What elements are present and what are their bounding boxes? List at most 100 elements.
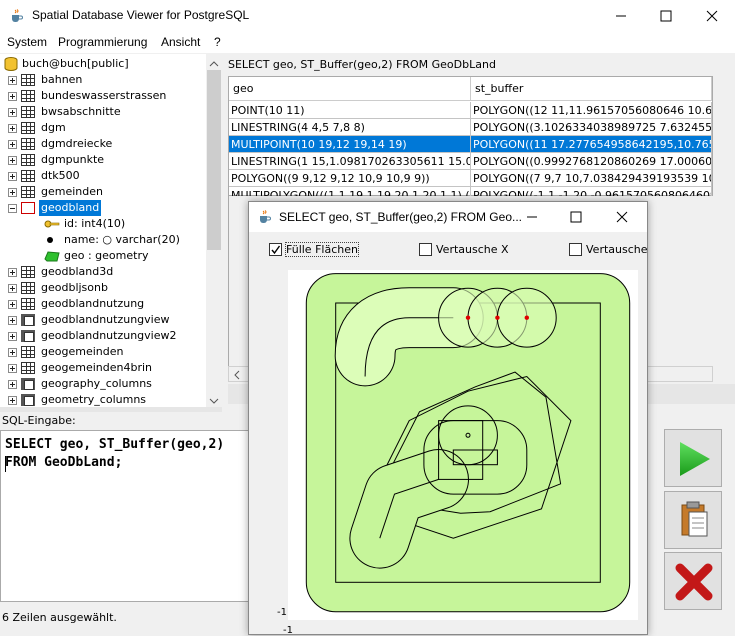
column-header-geo[interactable]: geo bbox=[229, 77, 471, 101]
column-header-st-buffer[interactable]: st_buffer bbox=[471, 77, 712, 101]
checkmark-icon bbox=[271, 245, 281, 255]
table-row[interactable]: POINT(10 11) POLYGON((12 11,11.9615705608… bbox=[229, 102, 712, 119]
y-axis-min-label: -1 bbox=[277, 607, 287, 618]
menu-ansicht[interactable]: Ansicht bbox=[161, 35, 200, 49]
view-icon bbox=[21, 378, 35, 390]
table-row[interactable]: LINESTRING(1 15,1.098170263305611 15.002… bbox=[229, 153, 712, 170]
collapse-icon[interactable] bbox=[8, 204, 17, 213]
schema-tree[interactable]: buch@buch[public] bahnen bundeswasserstra… bbox=[0, 54, 222, 407]
menu-help[interactable]: ? bbox=[214, 35, 221, 49]
table-row[interactable]: LINESTRING(4 4,5 7,8 8) POLYGON((3.102633… bbox=[229, 119, 712, 136]
play-icon bbox=[680, 442, 710, 476]
table-cell-geo[interactable]: POINT(10 11) bbox=[229, 102, 471, 119]
checkbox-box[interactable] bbox=[569, 243, 582, 256]
expand-icon[interactable] bbox=[8, 172, 17, 181]
table-icon bbox=[21, 298, 35, 310]
tree-item-label: geography_columns bbox=[41, 377, 152, 390]
expand-icon[interactable] bbox=[8, 332, 17, 341]
text-cursor bbox=[5, 456, 6, 472]
table-cell-st-buffer[interactable]: POLYGON((0.9992768120860269 17.0006025..… bbox=[471, 153, 712, 170]
table-cell-geo[interactable]: LINESTRING(4 4,5 7,8 8) bbox=[229, 119, 471, 136]
window-title: Spatial Database Viewer for PostgreSQL bbox=[32, 8, 250, 22]
checkbox-box[interactable] bbox=[419, 243, 432, 256]
sql-editor[interactable]: SELECT geo, ST_Buffer(geo,2) FROM GeoDbL… bbox=[0, 430, 278, 602]
tree-item-label: geodblandnutzung bbox=[41, 297, 145, 310]
paste-button[interactable] bbox=[664, 491, 722, 549]
expand-icon[interactable] bbox=[8, 92, 17, 101]
tree-item-label: bwsabschnitte bbox=[41, 105, 121, 118]
multipoint-point bbox=[465, 315, 471, 320]
run-button[interactable] bbox=[664, 429, 722, 487]
expand-icon[interactable] bbox=[8, 76, 17, 85]
expand-icon[interactable] bbox=[8, 124, 17, 133]
tree-item-label: geogemeinden4brin bbox=[41, 361, 152, 374]
geometry-drawing bbox=[288, 270, 638, 620]
tree-item-label: dtk500 bbox=[41, 169, 80, 182]
expand-icon[interactable] bbox=[8, 316, 17, 325]
fill-areas-checkbox[interactable]: Fülle Flächen bbox=[269, 242, 379, 258]
multipoint-point bbox=[524, 315, 529, 320]
table-cell-st-buffer[interactable]: POLYGON((12 11,11.96157056080646 10.609.… bbox=[471, 102, 712, 119]
table-cell-st-buffer[interactable]: POLYGON((3.1026334038989725 7.63245553..… bbox=[471, 119, 712, 136]
table-icon bbox=[21, 74, 35, 86]
expand-icon[interactable] bbox=[8, 284, 17, 293]
expand-icon[interactable] bbox=[8, 268, 17, 277]
delete-button[interactable] bbox=[664, 552, 722, 610]
table-cell-st-buffer[interactable]: POLYGON((11 17.277654958642195,10.76536.… bbox=[471, 136, 712, 153]
minimize-icon bbox=[527, 216, 537, 218]
tree-horizontal-scrollbar[interactable] bbox=[0, 407, 222, 412]
table-row[interactable]: MULTIPOINT(10 19,12 19,14 19) POLYGON((11… bbox=[229, 136, 712, 153]
table-row[interactable]: POLYGON((9 9,12 9,12 10,9 10,9 9)) POLYGO… bbox=[229, 170, 712, 187]
expand-icon[interactable] bbox=[8, 108, 17, 117]
dot-icon bbox=[47, 237, 53, 243]
expand-icon[interactable] bbox=[8, 380, 17, 389]
expand-icon[interactable] bbox=[8, 156, 17, 165]
scroll-left-icon[interactable] bbox=[233, 370, 241, 380]
expand-icon[interactable] bbox=[8, 396, 17, 405]
scroll-up-icon[interactable] bbox=[209, 58, 219, 67]
checkbox-box[interactable] bbox=[269, 243, 282, 256]
tree-item-label: gemeinden bbox=[41, 185, 103, 198]
tree-scroll-thumb[interactable] bbox=[207, 70, 221, 250]
menu-programmierung[interactable]: Programmierung bbox=[58, 35, 147, 49]
tree-vertical-scrollbar[interactable] bbox=[206, 54, 222, 407]
tree-item-label: dgmpunkte bbox=[41, 153, 105, 166]
expand-icon[interactable] bbox=[8, 188, 17, 197]
table-cell-geo[interactable]: LINESTRING(1 15,1.098170263305611 15.002… bbox=[229, 153, 471, 170]
expand-icon[interactable] bbox=[8, 300, 17, 309]
tree-item-label: geogemeinden bbox=[41, 345, 124, 358]
dialog-minimize-button[interactable] bbox=[509, 202, 555, 232]
tree-item-geodbland[interactable]: geodbland bbox=[8, 200, 198, 216]
tree-column-label: name: ○ varchar(20) bbox=[64, 233, 180, 246]
expand-icon[interactable] bbox=[8, 140, 17, 149]
geometry-icon bbox=[44, 251, 60, 262]
checkbox-label: Vertausche X bbox=[436, 243, 509, 256]
table-cell-st-buffer[interactable]: POLYGON((7 9,7 10,7.038429439193539 10.3… bbox=[471, 170, 712, 187]
table-icon bbox=[21, 170, 35, 182]
result-table[interactable]: geo st_buffer POINT(10 11) POLYGON((12 11… bbox=[228, 76, 713, 204]
multipoint-point bbox=[495, 315, 500, 320]
minimize-button[interactable] bbox=[598, 0, 644, 31]
geometry-canvas[interactable] bbox=[288, 270, 638, 620]
tree-item-label: geodbljsonb bbox=[41, 281, 108, 294]
checkbox-label: Fülle Flächen bbox=[285, 242, 359, 257]
expand-icon[interactable] bbox=[8, 364, 17, 373]
tree-column-label: geo : geometry bbox=[64, 249, 149, 262]
expand-icon[interactable] bbox=[8, 348, 17, 357]
clipboard-icon bbox=[681, 501, 708, 537]
dialog-maximize-button[interactable] bbox=[553, 202, 599, 232]
maximize-button[interactable] bbox=[643, 0, 689, 31]
table-icon bbox=[21, 282, 35, 294]
table-icon bbox=[21, 362, 35, 374]
table-icon bbox=[21, 346, 35, 358]
table-cell-geo[interactable]: MULTIPOINT(10 19,12 19,14 19) bbox=[229, 136, 471, 153]
swap-y-checkbox[interactable]: Vertausche Y bbox=[569, 242, 647, 258]
close-button[interactable] bbox=[689, 0, 735, 31]
menu-system[interactable]: System bbox=[7, 35, 47, 49]
view-icon bbox=[21, 394, 35, 406]
scroll-down-icon[interactable] bbox=[209, 395, 219, 404]
dialog-close-button[interactable] bbox=[599, 202, 645, 232]
dialog-title-bar: SELECT geo, ST_Buffer(geo,2) FROM Geo... bbox=[249, 202, 647, 232]
swap-x-checkbox[interactable]: Vertausche X bbox=[419, 242, 529, 258]
table-cell-geo[interactable]: POLYGON((9 9,12 9,12 10,9 10,9 9)) bbox=[229, 170, 471, 187]
